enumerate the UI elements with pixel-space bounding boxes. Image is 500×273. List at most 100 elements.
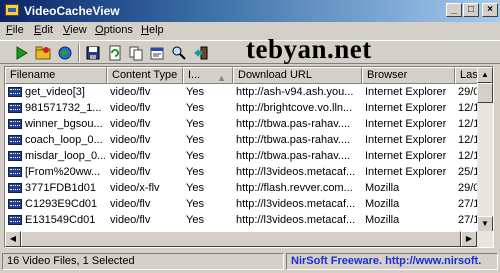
col-in-cache[interactable]: I... ▲	[183, 67, 233, 84]
col-content-type[interactable]: Content Type	[107, 67, 183, 84]
save-icon[interactable]	[84, 44, 102, 62]
cell-url: http://brightcove.vo.lln...	[236, 102, 353, 114]
cell-filename: E131549Cd01	[25, 214, 96, 226]
cell-url: http://tbwa.pas-rahav....	[236, 118, 351, 130]
cell-browser: Mozilla	[365, 214, 400, 226]
cell-url: http://l3videos.metacaf...	[236, 214, 356, 226]
video-file-icon	[8, 215, 22, 225]
cell-content-type: video/flv	[110, 214, 151, 226]
horizontal-scrollbar[interactable]: ◀ ▶	[5, 231, 493, 247]
cell-content-type: video/flv	[110, 198, 151, 210]
cell-url: http://l3videos.metacaf...	[236, 166, 356, 178]
table-row[interactable]: C1293E9Cd01 video/flv Yes http://l3video…	[5, 196, 480, 212]
cell-filename: winner_bgsou...	[25, 118, 103, 130]
play-icon[interactable]	[12, 44, 30, 62]
video-file-icon	[8, 119, 22, 129]
cell-content-type: video/flv	[110, 102, 151, 114]
cell-url: http://ash-v94.ash.you...	[236, 86, 354, 98]
find-icon[interactable]	[170, 44, 188, 62]
refresh-icon[interactable]	[106, 44, 124, 62]
cell-browser: Internet Explorer	[365, 150, 447, 162]
table-row[interactable]: [From%20ww... video/flv Yes http://l3vid…	[5, 164, 480, 180]
menu-file[interactable]: File	[6, 24, 24, 36]
cell-filename: [From%20ww...	[25, 166, 101, 178]
table-row[interactable]: get_video[3] video/flv Yes http://ash-v9…	[5, 84, 480, 100]
cell-in-cache: Yes	[186, 150, 204, 162]
cell-in-cache: Yes	[186, 214, 204, 226]
menu-options[interactable]: Options	[95, 24, 133, 36]
window-title: VideoCacheView	[24, 4, 120, 18]
table-row[interactable]: coach_loop_0... video/flv Yes http://tbw…	[5, 132, 480, 148]
cell-filename: coach_loop_0...	[25, 134, 103, 146]
cell-browser: Mozilla	[365, 182, 400, 194]
cell-browser: Internet Explorer	[365, 86, 447, 98]
menu-view[interactable]: View	[63, 24, 87, 36]
table-row[interactable]: E131549Cd01 video/flv Yes http://l3video…	[5, 212, 480, 228]
cell-in-cache: Yes	[186, 182, 204, 194]
col-browser[interactable]: Browser	[362, 67, 455, 84]
scroll-left-icon[interactable]: ◀	[5, 231, 21, 247]
table-row[interactable]: winner_bgsou... video/flv Yes http://tbw…	[5, 116, 480, 132]
vertical-scroll-thumb[interactable]	[477, 83, 493, 103]
cell-url: http://flash.revver.com...	[236, 182, 353, 194]
table-row[interactable]: 3771FDB1d01 video/x-flv Yes http://flash…	[5, 180, 480, 196]
cell-in-cache: Yes	[186, 166, 204, 178]
watermark-text: tebyan.net	[246, 34, 372, 64]
video-file-icon	[8, 87, 22, 97]
cell-browser: Mozilla	[365, 198, 400, 210]
cell-in-cache: Yes	[186, 86, 204, 98]
status-count: 16 Video Files, 1 Selected	[2, 253, 284, 270]
globe-icon[interactable]	[56, 44, 74, 62]
table-row[interactable]: misdar_loop_0... video/flv Yes http://tb…	[5, 148, 480, 164]
list-header: Filename Content Type I... ▲ Download URL…	[5, 67, 493, 84]
video-file-icon	[8, 135, 22, 145]
scroll-up-icon[interactable]: ▲	[477, 67, 493, 83]
cell-in-cache: Yes	[186, 198, 204, 210]
app-window: VideoCacheView _ □ × File Edit View Opti…	[0, 0, 500, 273]
cell-browser: Internet Explorer	[365, 102, 447, 114]
video-file-icon	[8, 199, 22, 209]
cell-filename: 981571732_1...	[25, 102, 102, 114]
table-row[interactable]: 981571732_1... video/flv Yes http://brig…	[5, 100, 480, 116]
properties-icon[interactable]	[148, 44, 166, 62]
scroll-down-icon[interactable]: ▼	[477, 216, 493, 232]
cell-browser: Internet Explorer	[365, 118, 447, 130]
video-file-icon	[8, 167, 22, 177]
cell-content-type: video/flv	[110, 166, 151, 178]
cell-filename: C1293E9Cd01	[25, 198, 98, 210]
close-button[interactable]: ×	[482, 3, 498, 17]
video-file-icon	[8, 103, 22, 113]
col-download-url[interactable]: Download URL	[233, 67, 362, 84]
open-folder-icon[interactable]	[34, 44, 52, 62]
cell-content-type: video/flv	[110, 134, 151, 146]
video-list[interactable]: Filename Content Type I... ▲ Download URL…	[4, 66, 494, 248]
horizontal-scroll-thumb[interactable]	[21, 231, 461, 247]
video-file-icon	[8, 183, 22, 193]
cell-browser: Internet Explorer	[365, 166, 447, 178]
status-credit-link[interactable]: NirSoft Freeware. http://www.nirsoft.	[286, 253, 498, 270]
scroll-right-icon[interactable]: ▶	[461, 231, 477, 247]
cell-content-type: video/x-flv	[110, 182, 160, 194]
vertical-scrollbar[interactable]: ▲ ▼	[477, 67, 493, 232]
cell-in-cache: Yes	[186, 134, 204, 146]
video-file-icon	[8, 151, 22, 161]
cell-content-type: video/flv	[110, 86, 151, 98]
app-icon	[5, 4, 19, 16]
menu-help[interactable]: Help	[141, 24, 164, 36]
minimize-button[interactable]: _	[446, 3, 462, 17]
cell-filename: get_video[3]	[25, 86, 85, 98]
maximize-button[interactable]: □	[463, 3, 479, 17]
sort-arrow-icon: ▲	[217, 73, 226, 83]
col-filename[interactable]: Filename	[5, 67, 107, 84]
title-bar[interactable]: VideoCacheView _ □ ×	[0, 0, 500, 22]
exit-icon[interactable]	[192, 44, 210, 62]
toolbar-separator	[78, 44, 80, 62]
cell-content-type: video/flv	[110, 150, 151, 162]
cell-filename: 3771FDB1d01	[25, 182, 96, 194]
status-bar: 16 Video Files, 1 Selected NirSoft Freew…	[0, 251, 500, 271]
cell-filename: misdar_loop_0...	[25, 150, 105, 162]
cell-in-cache: Yes	[186, 102, 204, 114]
menu-edit[interactable]: Edit	[34, 24, 53, 36]
cell-in-cache: Yes	[186, 118, 204, 130]
copy-icon[interactable]	[127, 44, 145, 62]
